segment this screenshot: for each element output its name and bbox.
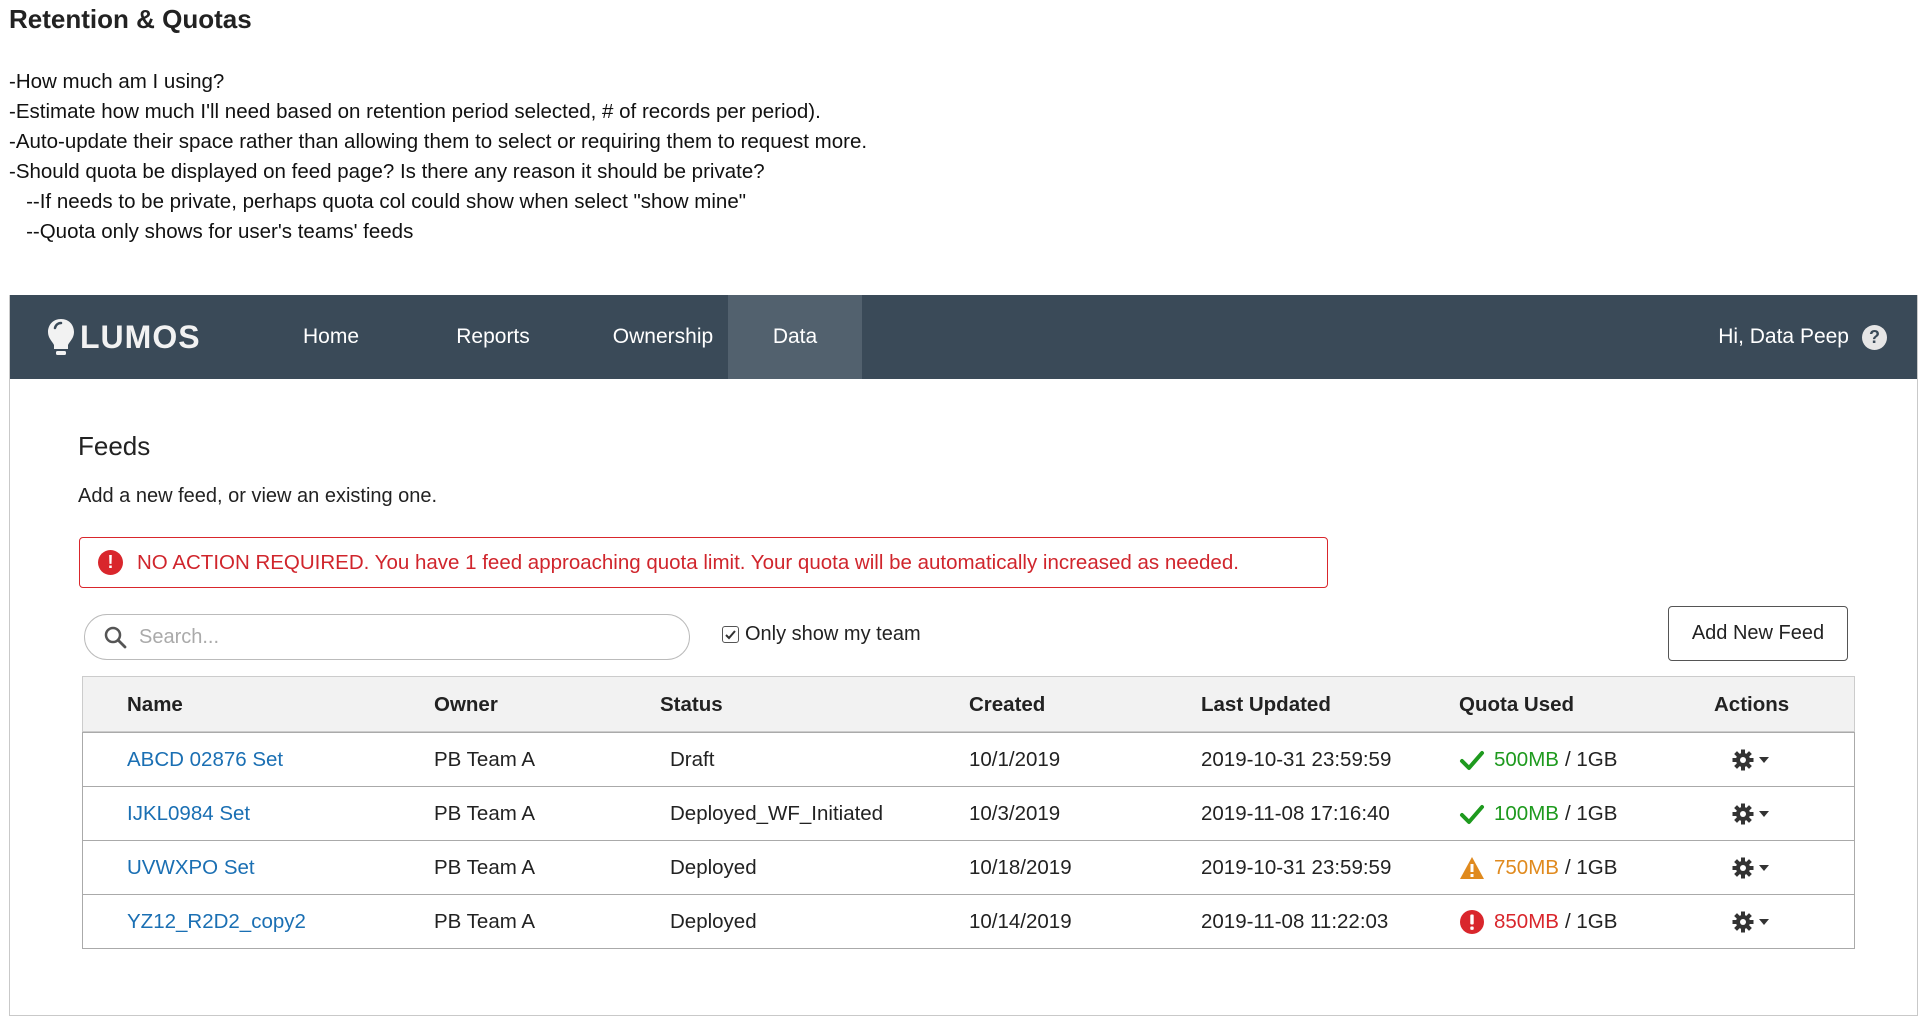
- feed-owner: PB Team A: [434, 748, 536, 771]
- user-area: Hi, Data Peep ?: [1718, 295, 1887, 379]
- actions-menu[interactable]: [1731, 733, 1775, 787]
- page-subtitle: Add a new feed, or view an existing one.: [78, 485, 438, 507]
- col-header-created[interactable]: Created: [969, 677, 1045, 733]
- feed-created: 10/18/2019: [969, 856, 1072, 879]
- nav-home[interactable]: Home: [270, 295, 392, 379]
- quota-used-value: 850MB: [1494, 910, 1559, 933]
- feed-name-link[interactable]: ABCD 02876 Set: [127, 733, 283, 787]
- exclamation-circle-icon: [1459, 909, 1485, 935]
- top-navbar: LUMOS Home Reports Ownership Data Hi, Da…: [10, 295, 1917, 379]
- col-header-last-updated[interactable]: Last Updated: [1201, 677, 1331, 733]
- checkmark-icon: [725, 630, 736, 640]
- user-greeting[interactable]: Hi, Data Peep: [1718, 325, 1849, 349]
- logo[interactable]: LUMOS: [46, 315, 201, 359]
- feed-status: Deployed: [670, 856, 757, 879]
- app-frame: LUMOS Home Reports Ownership Data Hi, Da…: [9, 295, 1918, 1016]
- feed-last-updated: 2019-11-08 17:16:40: [1201, 802, 1390, 825]
- col-header-quota-used[interactable]: Quota Used: [1459, 677, 1574, 733]
- feed-quota: 750MB/ 1GB: [1459, 841, 1617, 895]
- lightbulb-icon: [48, 319, 74, 355]
- feed-status: Deployed: [670, 910, 757, 933]
- quota-alert: ! NO ACTION REQUIRED. You have 1 feed ap…: [79, 537, 1328, 588]
- nav-ownership[interactable]: Ownership: [588, 295, 738, 379]
- table-row: YZ12_R2D2_copy2 PB Team A Deployed 10/14/20…: [83, 894, 1854, 948]
- feed-status: Deployed_WF_Initiated: [670, 802, 884, 825]
- col-header-owner[interactable]: Owner: [434, 677, 498, 733]
- feed-name-link[interactable]: UVWXPO Set: [127, 841, 255, 895]
- feed-created: 10/14/2019: [969, 910, 1072, 933]
- quota-total-value: / 1GB: [1564, 910, 1618, 933]
- feed-quota: 850MB/ 1GB: [1459, 895, 1617, 949]
- quota-used-value: 100MB: [1494, 802, 1559, 825]
- feed-created: 10/3/2019: [969, 802, 1061, 825]
- feed-status: Draft: [670, 748, 715, 771]
- col-header-name[interactable]: Name: [127, 677, 183, 733]
- checkmark-icon: [1459, 801, 1485, 827]
- table-row: UVWXPO Set PB Team A Deployed 10/18/2019 201…: [83, 840, 1854, 894]
- gear-dropdown-icon[interactable]: [1731, 856, 1775, 880]
- feed-last-updated: 2019-10-31 23:59:59: [1201, 856, 1392, 879]
- notes-title: Retention & Quotas: [9, 4, 252, 34]
- quota-used-value: 500MB: [1494, 748, 1559, 771]
- feed-quota: 500MB/ 1GB: [1459, 733, 1617, 787]
- notes-line: -Auto-update their space rather than all…: [9, 130, 868, 153]
- actions-menu[interactable]: [1731, 895, 1775, 949]
- exclamation-circle-icon: !: [98, 550, 123, 575]
- logo-text: LUMOS: [80, 318, 201, 355]
- notes-line: -Should quota be displayed on feed page?…: [9, 160, 765, 183]
- help-icon[interactable]: ?: [1862, 324, 1887, 350]
- gear-dropdown-icon[interactable]: [1731, 802, 1775, 826]
- page-title: Feeds: [78, 431, 151, 461]
- notes-line: --If needs to be private, perhaps quota …: [9, 190, 747, 213]
- feed-name-link[interactable]: IJKL0984 Set: [127, 787, 250, 841]
- feed-owner: PB Team A: [434, 856, 536, 879]
- feed-created: 10/1/2019: [969, 748, 1061, 771]
- team-filter-label: Only show my team: [745, 623, 921, 645]
- notes-line: -How much am I using?: [9, 70, 225, 93]
- feed-quota: 100MB/ 1GB: [1459, 787, 1617, 841]
- actions-menu[interactable]: [1731, 787, 1775, 841]
- table-body: ABCD 02876 Set PB Team A Draft 10/1/2019 201…: [82, 732, 1855, 949]
- add-new-feed-button[interactable]: Add New Feed: [1668, 606, 1848, 661]
- search-icon: [104, 626, 127, 649]
- actions-menu[interactable]: [1731, 841, 1775, 895]
- feeds-table: Name Owner Status Created Last Updated Q…: [82, 676, 1855, 949]
- table-header: Name Owner Status Created Last Updated Q…: [82, 676, 1855, 732]
- gear-dropdown-icon[interactable]: [1731, 910, 1775, 934]
- quota-total-value: / 1GB: [1564, 802, 1618, 825]
- team-filter[interactable]: Only show my team: [722, 623, 921, 646]
- nav-reports[interactable]: Reports: [428, 295, 558, 379]
- feed-owner: PB Team A: [434, 802, 536, 825]
- feed-last-updated: 2019-10-31 23:59:59: [1201, 748, 1392, 771]
- search-input[interactable]: [137, 624, 641, 650]
- quota-used-value: 750MB: [1494, 856, 1559, 879]
- col-header-actions: Actions: [1714, 693, 1790, 716]
- team-filter-checkbox[interactable]: [722, 626, 739, 643]
- warning-triangle-icon: [1459, 855, 1485, 881]
- feed-last-updated: 2019-11-08 11:22:03: [1201, 910, 1389, 933]
- col-header-status[interactable]: Status: [660, 677, 723, 733]
- alert-text: NO ACTION REQUIRED. You have 1 feed appr…: [137, 550, 1239, 574]
- notes-line: -Estimate how much I'll need based on re…: [9, 100, 821, 123]
- search-box[interactable]: [84, 614, 690, 660]
- quota-total-value: / 1GB: [1564, 856, 1618, 879]
- gear-dropdown-icon[interactable]: [1731, 748, 1775, 772]
- checkmark-icon: [1459, 747, 1485, 773]
- table-row: IJKL0984 Set PB Team A Deployed_WF_Initiat…: [83, 786, 1854, 840]
- table-row: ABCD 02876 Set PB Team A Draft 10/1/2019 201…: [83, 732, 1854, 786]
- nav-data[interactable]: Data: [728, 295, 862, 379]
- feed-owner: PB Team A: [434, 910, 536, 933]
- feed-name-link[interactable]: YZ12_R2D2_copy2: [127, 895, 306, 949]
- notes-line: --Quota only shows for user's teams' fee…: [9, 220, 414, 243]
- quota-total-value: / 1GB: [1564, 748, 1618, 771]
